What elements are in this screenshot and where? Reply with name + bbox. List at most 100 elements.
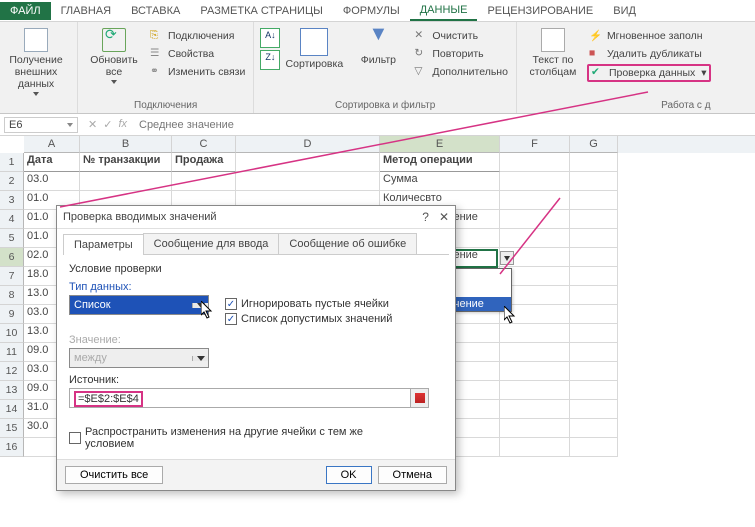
dialog-tab-settings[interactable]: Параметры	[63, 234, 144, 255]
tab-data[interactable]: ДАННЫЕ	[410, 1, 478, 21]
cell-G10[interactable]	[570, 324, 618, 343]
cell-F2[interactable]	[500, 172, 570, 191]
column-header-E[interactable]: E	[380, 136, 500, 153]
reapply-button[interactable]: ↻Повторить	[412, 46, 510, 62]
cell-F15[interactable]	[500, 419, 570, 438]
dialog-tab-error-alert[interactable]: Сообщение об ошибке	[278, 233, 417, 254]
cell-G6[interactable]	[570, 248, 618, 267]
cell-G7[interactable]	[570, 267, 618, 286]
row-header-3[interactable]: 3	[0, 191, 24, 210]
apply-changes-checkbox[interactable]	[69, 432, 81, 444]
text-to-columns-button[interactable]: Текст по столбцам	[523, 24, 583, 78]
row-header-9[interactable]: 9	[0, 305, 24, 324]
cell-F4[interactable]	[500, 210, 570, 229]
tab-layout[interactable]: РАЗМЕТКА СТРАНИЦЫ	[190, 2, 332, 20]
cell-F5[interactable]	[500, 229, 570, 248]
row-header-11[interactable]: 11	[0, 343, 24, 362]
cell-C2[interactable]	[172, 172, 236, 191]
column-header-C[interactable]: C	[172, 136, 236, 153]
row-header-2[interactable]: 2	[0, 172, 24, 191]
get-external-data-button[interactable]: Получение внешних данных	[6, 24, 66, 96]
source-input[interactable]: =$E$2:$E$4	[69, 388, 429, 408]
row-header-12[interactable]: 12	[0, 362, 24, 381]
row-header-4[interactable]: 4	[0, 210, 24, 229]
row-header-1[interactable]: 1	[0, 153, 24, 172]
column-header-F[interactable]: F	[500, 136, 570, 153]
cell-F3[interactable]	[500, 191, 570, 210]
cell-G16[interactable]	[570, 438, 618, 457]
row-header-7[interactable]: 7	[0, 267, 24, 286]
cell-F13[interactable]	[500, 381, 570, 400]
row-header-6[interactable]: 6	[0, 248, 24, 267]
cell-F16[interactable]	[500, 438, 570, 457]
cell-G3[interactable]	[570, 191, 618, 210]
cell-G4[interactable]	[570, 210, 618, 229]
cell-G12[interactable]	[570, 362, 618, 381]
ok-button[interactable]: OK	[326, 466, 372, 484]
cell-F14[interactable]	[500, 400, 570, 419]
edit-links-button[interactable]: ⚭Изменить связи	[148, 64, 247, 80]
column-header-B[interactable]: B	[80, 136, 172, 153]
cell-B1[interactable]: № транзакции	[80, 153, 172, 172]
refresh-all-button[interactable]: Обновить все	[84, 24, 144, 84]
column-header-A[interactable]: A	[24, 136, 80, 153]
column-header-D[interactable]: D	[236, 136, 380, 153]
cell-E1[interactable]: Метод операции	[380, 153, 500, 172]
dialog-help-button[interactable]: ?	[422, 210, 429, 224]
cell-B2[interactable]	[80, 172, 172, 191]
cell-G9[interactable]	[570, 305, 618, 324]
row-header-5[interactable]: 5	[0, 229, 24, 248]
cell-G2[interactable]	[570, 172, 618, 191]
cell-E2[interactable]: Сумма	[380, 172, 500, 191]
row-header-16[interactable]: 16	[0, 438, 24, 457]
sort-button[interactable]: Сортировка	[284, 24, 344, 70]
name-box[interactable]: E6	[4, 117, 78, 133]
row-header-15[interactable]: 15	[0, 419, 24, 438]
tab-formulas[interactable]: ФОРМУЛЫ	[333, 2, 410, 20]
range-picker-button[interactable]	[410, 389, 428, 407]
cell-A1[interactable]: Дата	[24, 153, 80, 172]
cell-G11[interactable]	[570, 343, 618, 362]
remove-duplicates-button[interactable]: ■Удалить дубликаты	[587, 46, 711, 62]
tab-insert[interactable]: ВСТАВКА	[121, 2, 190, 20]
sort-za-button[interactable]: Z↓	[260, 50, 280, 70]
allow-type-combo[interactable]: Список	[69, 295, 209, 315]
cell-G15[interactable]	[570, 419, 618, 438]
cell-F11[interactable]	[500, 343, 570, 362]
connections-button[interactable]: ⎘Подключения	[148, 28, 247, 44]
tab-file[interactable]: ФАЙЛ	[0, 2, 51, 20]
dialog-tab-input-message[interactable]: Сообщение для ввода	[143, 233, 280, 254]
tab-home[interactable]: ГЛАВНАЯ	[51, 2, 121, 20]
cell-F1[interactable]	[500, 153, 570, 172]
data-validation-button[interactable]: ✔Проверка данных▾	[587, 64, 711, 82]
sort-az-button[interactable]: A↓	[260, 28, 280, 48]
cancel-button[interactable]: Отмена	[378, 466, 447, 484]
cell-A2[interactable]: 03.0	[24, 172, 80, 191]
cell-G8[interactable]	[570, 286, 618, 305]
cell-D2[interactable]	[236, 172, 380, 191]
ignore-blank-checkbox[interactable]: ✓	[225, 298, 237, 310]
cell-G14[interactable]	[570, 400, 618, 419]
clear-all-button[interactable]: Очистить все	[65, 466, 163, 484]
cell-F12[interactable]	[500, 362, 570, 381]
cell-C1[interactable]: Продажа	[172, 153, 236, 172]
row-header-13[interactable]: 13	[0, 381, 24, 400]
formula-input[interactable]: Среднее значение	[133, 117, 755, 133]
properties-button[interactable]: ☰Свойства	[148, 46, 247, 62]
in-cell-dropdown-checkbox[interactable]: ✓	[225, 313, 237, 325]
cell-F10[interactable]	[500, 324, 570, 343]
cell-G13[interactable]	[570, 381, 618, 400]
row-header-14[interactable]: 14	[0, 400, 24, 419]
tab-review[interactable]: РЕЦЕНЗИРОВАНИЕ	[477, 2, 603, 20]
cancel-formula-icon[interactable]: ✕	[88, 118, 97, 131]
column-header-G[interactable]: G	[570, 136, 618, 153]
accept-formula-icon[interactable]: ✓	[103, 118, 112, 131]
tab-view[interactable]: ВИД	[603, 2, 646, 20]
dialog-close-button[interactable]: ✕	[439, 210, 449, 224]
filter-button[interactable]: ▼Фильтр	[348, 24, 408, 66]
row-header-10[interactable]: 10	[0, 324, 24, 343]
cell-D1[interactable]	[236, 153, 380, 172]
advanced-filter-button[interactable]: ▽Дополнительно	[412, 64, 510, 80]
cell-G5[interactable]	[570, 229, 618, 248]
flash-fill-button[interactable]: ⚡Мгновенное заполн	[587, 28, 711, 44]
